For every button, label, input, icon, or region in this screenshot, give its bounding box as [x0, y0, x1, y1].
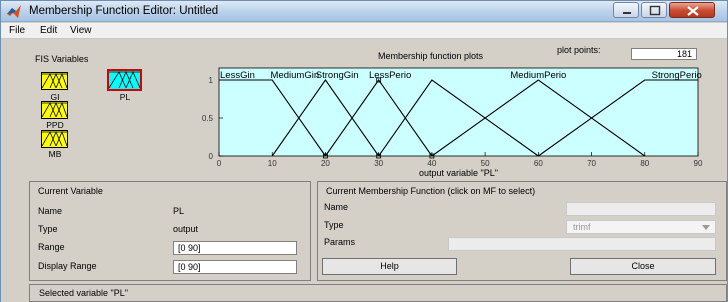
x-tick-label: 40 [427, 159, 436, 168]
mf-type-select[interactable]: trimf [566, 220, 716, 234]
x-tick-label: 70 [587, 159, 596, 168]
mf-label-4: MediumPerio [510, 70, 566, 81]
y-tick-label: 0.5 [202, 114, 214, 123]
current-mf-panel: Current Membership Function (click on MF… [317, 181, 727, 281]
y-tick-label: 1 [209, 76, 214, 85]
mf-params-input[interactable] [448, 237, 716, 251]
variable-type-label: Type [38, 224, 58, 234]
mf-label-1: MediumGin [271, 70, 320, 81]
maximize-button[interactable] [641, 2, 667, 18]
window-title: Membership Function Editor: Untitled [29, 5, 219, 17]
variable-name-label: Name [38, 206, 63, 216]
menu-file[interactable]: File [9, 25, 25, 36]
mf-name-input[interactable] [566, 202, 716, 216]
mf-params-label: Params [324, 237, 356, 247]
range-input[interactable]: [0 90] [173, 241, 297, 255]
x-axis-label: output variable "PL" [419, 168, 498, 178]
x-tick-label: 60 [534, 159, 543, 168]
variable-type-value: output [173, 224, 199, 234]
mf-type-label: Type [324, 220, 344, 230]
menu-view[interactable]: View [70, 25, 92, 36]
x-tick-label: 80 [640, 159, 649, 168]
chevron-down-icon [702, 225, 710, 230]
x-tick-label: 0 [217, 159, 222, 168]
current-variable-panel: Current Variable Name PL Type output Ran… [29, 181, 311, 281]
current-mf-heading: Current Membership Function (click on MF… [326, 186, 536, 196]
mf-label-5: StrongPerio [652, 70, 702, 81]
x-tick-label: 10 [268, 159, 277, 168]
display-range-input[interactable]: [0 90] [173, 260, 297, 274]
current-variable-heading: Current Variable [38, 186, 103, 196]
editor-content: FIS Variables GI PL PPD MB Membership fu… [1, 40, 727, 302]
close-window-button[interactable] [669, 2, 715, 18]
membership-function-editor-window: Membership Function Editor: Untitled Fil… [0, 0, 728, 302]
x-tick-label: 90 [694, 159, 703, 168]
variable-name-value: PL [173, 206, 185, 216]
maximize-icon [649, 5, 661, 16]
x-tick-label: 20 [321, 159, 330, 168]
close-button[interactable]: Close [570, 258, 716, 275]
range-label: Range [38, 242, 65, 252]
display-range-label: Display Range [38, 261, 97, 271]
close-icon [687, 6, 699, 16]
matlab-app-icon [7, 5, 21, 18]
y-tick-label: 0 [209, 152, 214, 161]
minimize-button[interactable] [613, 2, 639, 18]
menu-bar: File Edit View [1, 23, 727, 39]
status-bar: Selected variable "PL" [29, 284, 727, 302]
minimize-icon [623, 12, 631, 14]
membership-function-plot[interactable]: LessGin MediumGinStrongGin LessPerio Medium… [1, 40, 727, 180]
mf-name-label: Name [324, 202, 349, 212]
x-tick-label: 30 [374, 159, 383, 168]
mf-label-3: LessPerio [369, 70, 411, 81]
mf-label-0: LessGin [220, 70, 255, 81]
mf-type-value: trimf [573, 222, 591, 232]
title-bar[interactable]: Membership Function Editor: Untitled [1, 1, 727, 22]
mf-label-2: StrongGin [316, 70, 359, 81]
help-button[interactable]: Help [322, 258, 457, 275]
menu-edit[interactable]: Edit [40, 25, 57, 36]
x-tick-label: 50 [481, 159, 490, 168]
